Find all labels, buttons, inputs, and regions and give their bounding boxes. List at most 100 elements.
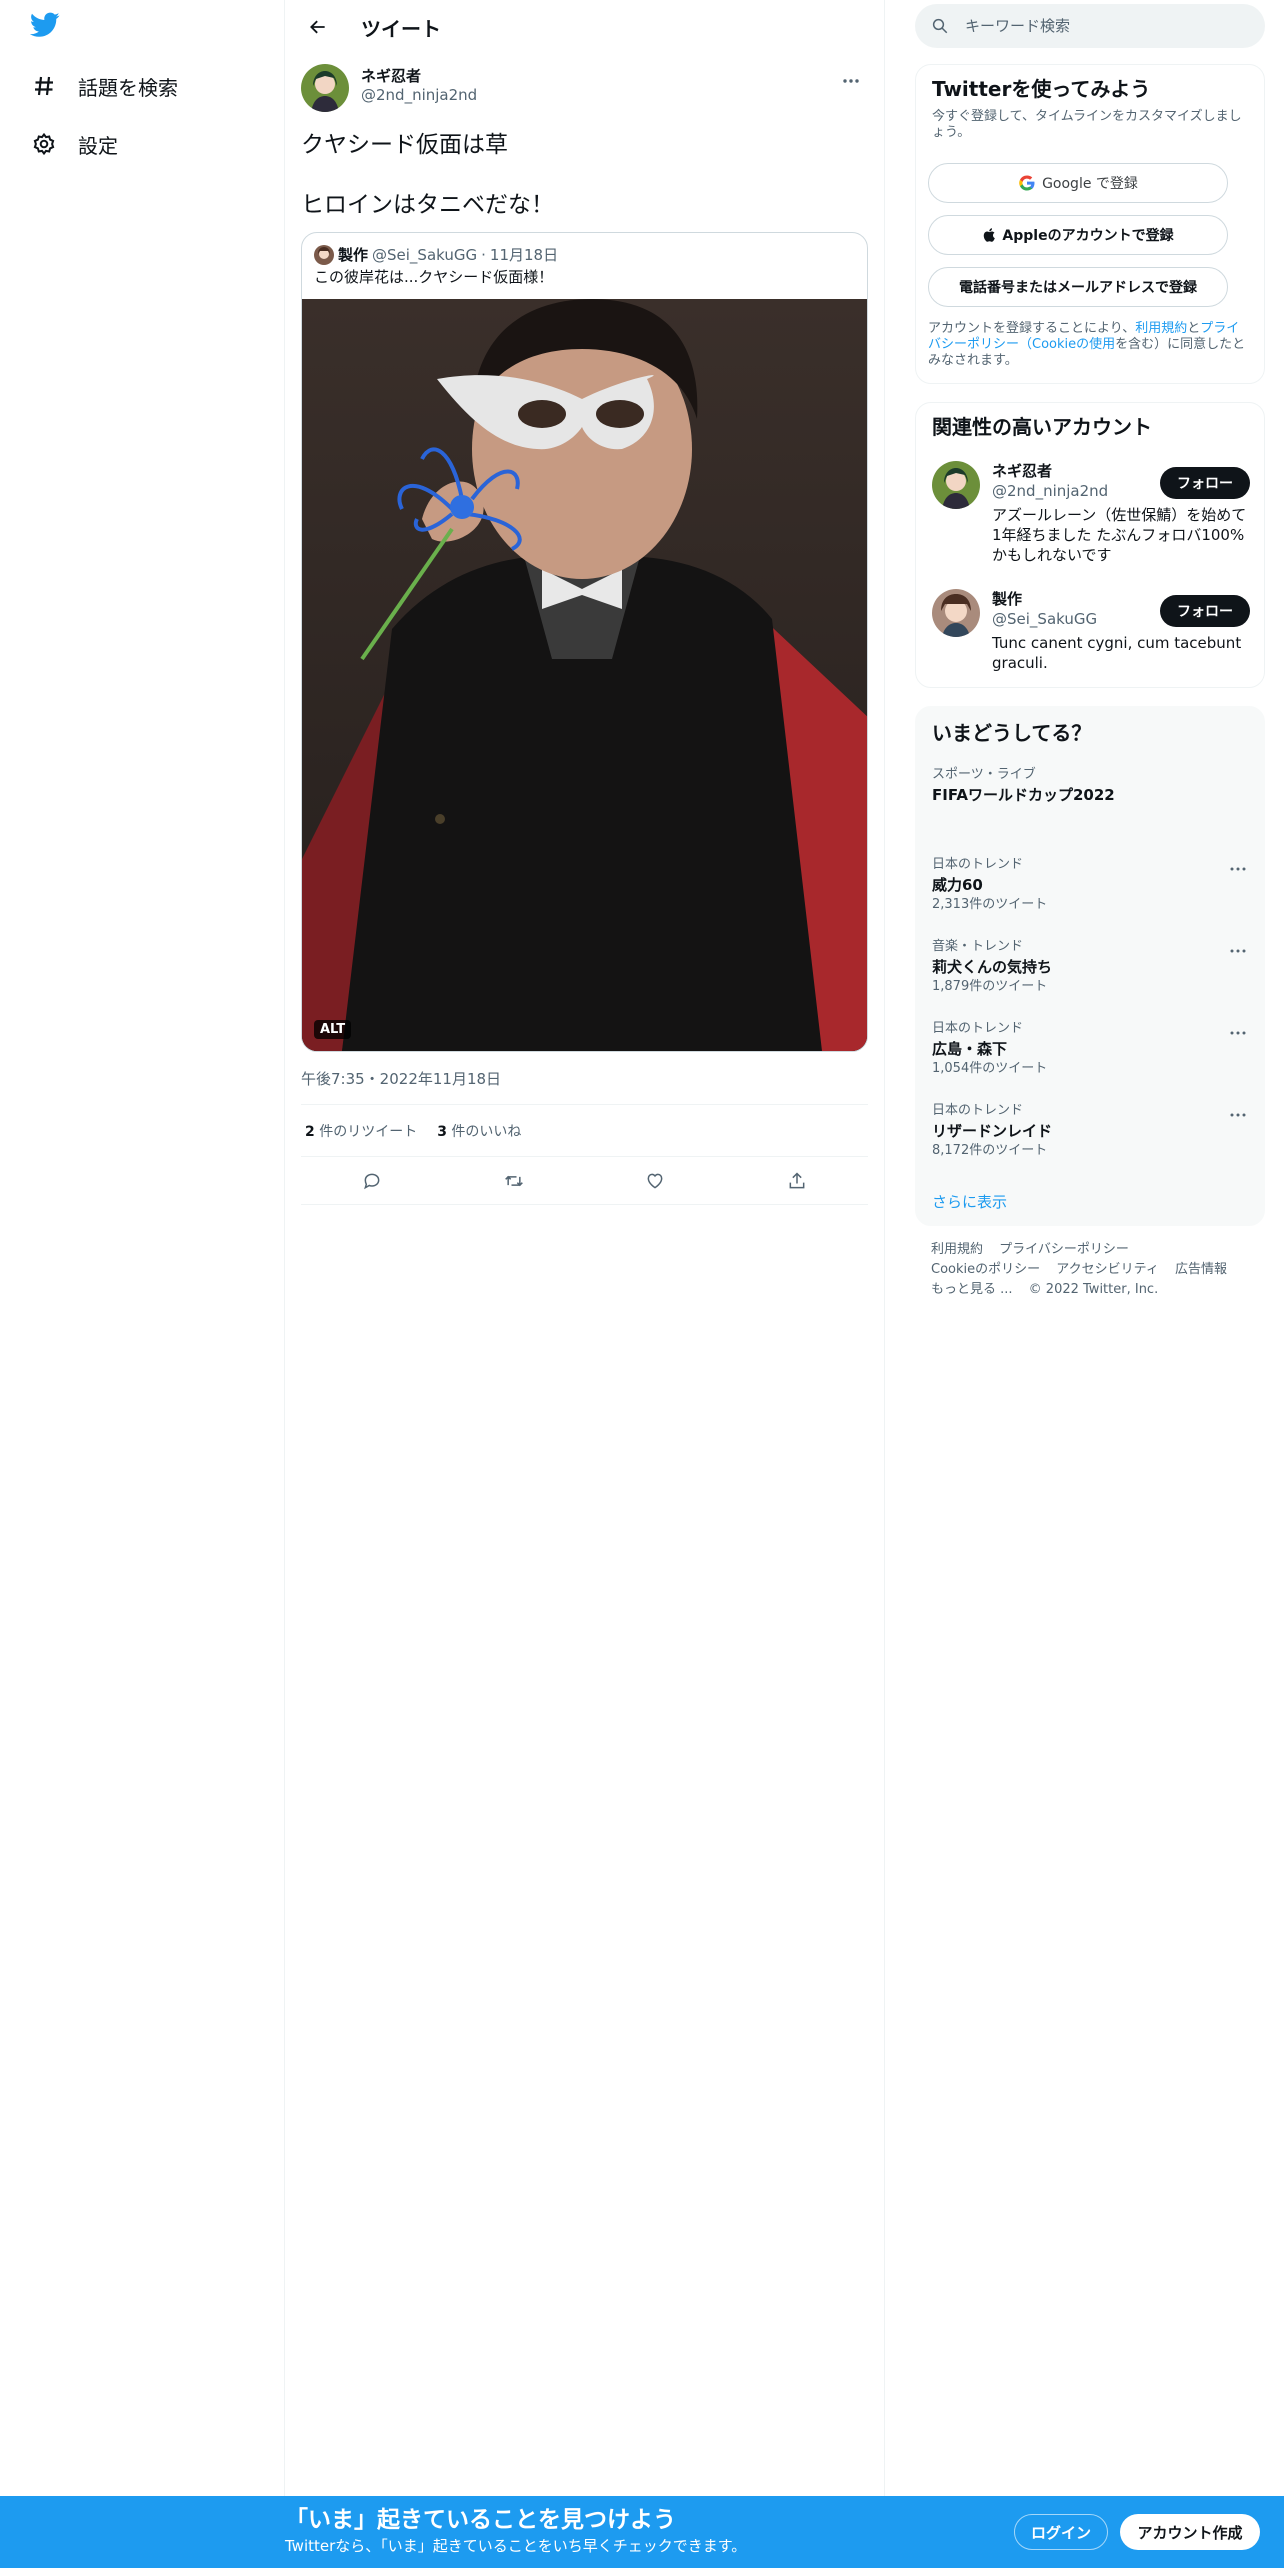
trends-title: いまどうしてる？ <box>932 721 1092 745</box>
author-name[interactable]: ネギ忍者 <box>361 67 477 86</box>
follow-button[interactable]: フォロー <box>1160 467 1250 499</box>
search-icon <box>932 18 948 34</box>
trend-more-button[interactable] <box>1226 939 1250 963</box>
bottom-signup-banner: 「いま」起きていることを見つけよう Twitterなら、「いま」起きていることを… <box>0 2496 1284 2568</box>
reply-icon <box>363 1173 380 1189</box>
quote-header: 製作 @Sei_SakuGG · 11月18日 <box>302 233 867 265</box>
trend-item[interactable]: 日本のトレンド 威力60 2,313件のツイート <box>932 857 1250 913</box>
related-account[interactable]: 製作 @Sei_SakuGG Tunc canent cygni, cum ta… <box>932 589 1250 679</box>
trend-category: 日本のトレンド <box>932 1103 1024 1118</box>
share-icon <box>789 1171 805 1188</box>
related-bio: アズールレーン（佐世保鯖）を始めて1年経ちました たぶんフォロバ100%かもしれ… <box>992 506 1247 564</box>
author-avatar[interactable] <box>301 64 349 112</box>
left-nav: 話題を検索 設定 <box>0 0 285 2568</box>
footer-more-link[interactable]: もっと見る ... <box>931 1282 1013 1297</box>
trend-more-button[interactable] <box>1226 857 1250 881</box>
nav-explore-label: 話題を検索 <box>78 75 178 100</box>
trend-more-button[interactable] <box>1226 1103 1250 1127</box>
likes-stat[interactable]: 3 件のいいね <box>437 1121 521 1141</box>
trend-name: 威力60 <box>932 876 983 894</box>
more-dots-icon <box>1230 949 1246 953</box>
related-handle[interactable]: @Sei_SakuGG <box>992 609 1097 629</box>
trend-item[interactable]: 日本のトレンド 広島・森下 1,054件のツイート <box>932 1021 1250 1077</box>
trend-item[interactable]: スポーツ・ライブ FIFAワールドカップ2022 <box>932 767 1250 805</box>
tweet-timestamp[interactable]: 午後7:35・2022年11月18日 <box>301 1068 868 1088</box>
apple-icon <box>984 228 996 242</box>
heart-icon <box>647 1173 663 1189</box>
trend-name: リザードンレイド <box>932 1122 1053 1140</box>
tweet-author-row: ネギ忍者 @2nd_ninja2nd <box>301 64 868 114</box>
like-button[interactable] <box>637 1163 673 1199</box>
google-signup-button[interactable]: Google で登録 <box>928 163 1228 203</box>
legal-text-part: アカウントを登録することにより、 <box>928 321 1136 336</box>
nav-settings[interactable]: 設定 <box>30 124 118 164</box>
banner-subtitle: Twitterなら、「いま」起きていることをいち早くチェックできます。 <box>285 2537 747 2555</box>
reply-button[interactable] <box>354 1163 390 1199</box>
related-name[interactable]: ネギ忍者 <box>992 461 1052 481</box>
signup-title: Twitterを使ってみよう <box>932 77 1151 101</box>
related-account[interactable]: ネギ忍者 @2nd_ninja2nd アズールレーン（佐世保鯖）を始めて1年経ち… <box>932 461 1250 571</box>
footer-terms-link[interactable]: 利用規約 <box>931 1242 983 1257</box>
related-name[interactable]: 製作 <box>992 589 1022 609</box>
related-handle[interactable]: @2nd_ninja2nd <box>992 481 1108 501</box>
signup-card: Twitterを使ってみよう 今すぐ登録して、タイムラインをカスタマイズしましょ… <box>915 64 1265 384</box>
related-avatar[interactable] <box>932 461 980 509</box>
retweets-stat[interactable]: 2 件のリツイート <box>305 1121 417 1141</box>
masked-man-photo <box>302 299 867 1051</box>
trend-item[interactable]: 日本のトレンド リザードンレイド 8,172件のツイート <box>932 1103 1250 1159</box>
retweet-button[interactable] <box>496 1163 532 1199</box>
main-column: ツイート ネギ忍者 @2nd_ninja2nd クヤシード仮面は草 ヒロインはタ… <box>285 0 885 2568</box>
show-more-trends-link[interactable]: さらに表示 <box>932 1191 1007 1212</box>
phone-email-signup-label: 電話番号またはメールアドレスで登録 <box>959 280 1197 296</box>
terms-link[interactable]: 利用規約 <box>1135 321 1187 336</box>
tweet-stats: 2 件のリツイート 3 件のいいね <box>301 1105 868 1157</box>
trend-item[interactable]: 音楽・トレンド 莉犬くんの気持ち 1,879件のツイート <box>932 939 1250 995</box>
more-dots-icon <box>843 79 859 83</box>
app: 話題を検索 設定 ツイート ネギ忍者 @2nd_ninja2nd クヤシード仮面… <box>0 0 1284 2568</box>
page-title: ツイート <box>361 16 441 41</box>
more-dots-icon <box>1230 1113 1246 1117</box>
google-signup-label: Google で登録 <box>1042 176 1138 192</box>
search-box[interactable] <box>915 4 1265 48</box>
login-button[interactable]: ログイン <box>1014 2514 1108 2550</box>
quoted-tweet[interactable]: 製作 @Sei_SakuGG · 11月18日 この彼岸花は...クヤシード仮面… <box>301 232 868 1052</box>
likes-count: 3 <box>437 1123 447 1140</box>
retweets-label: 件のリツイート <box>319 1123 418 1140</box>
related-bio: Tunc canent cygni, cum tacebunt graculi. <box>992 634 1242 672</box>
footer-ads-link[interactable]: 広告情報 <box>1175 1262 1227 1277</box>
tweet: ネギ忍者 @2nd_ninja2nd クヤシード仮面は草 ヒロインはタニベだな！… <box>285 64 884 1205</box>
twitter-logo-icon[interactable] <box>29 12 66 48</box>
tweet-text: クヤシード仮面は草 ヒロインはタニベだな！ <box>301 130 868 220</box>
follow-button[interactable]: フォロー <box>1160 595 1250 627</box>
footer-accessibility-link[interactable]: アクセシビリティ <box>1056 1262 1159 1277</box>
quote-photo[interactable]: ALT <box>302 299 867 1051</box>
alt-badge[interactable]: ALT <box>314 1020 352 1039</box>
phone-email-signup-button[interactable]: 電話番号またはメールアドレスで登録 <box>928 267 1228 307</box>
trend-category: スポーツ・ライブ <box>932 767 1036 782</box>
footer-privacy-link[interactable]: プライバシーポリシー <box>999 1242 1129 1257</box>
share-button[interactable] <box>779 1163 815 1199</box>
create-account-button[interactable]: アカウント作成 <box>1120 2514 1260 2550</box>
retweet-icon <box>504 1175 523 1186</box>
trend-category: 音楽・トレンド <box>932 939 1024 954</box>
search-input[interactable] <box>965 17 1235 35</box>
footer-links: 利用規約 プライバシーポリシー Cookieのポリシー アクセシビリティ 広告情… <box>931 1240 1251 1300</box>
likes-label: 件のいいね <box>451 1123 522 1140</box>
tweet-actions <box>301 1157 868 1205</box>
nav-settings-label: 設定 <box>78 133 118 158</box>
related-avatar[interactable] <box>932 589 980 637</box>
hashtag-icon <box>30 72 58 100</box>
arrow-left-icon <box>310 20 325 34</box>
trend-name: 広島・森下 <box>932 1040 1008 1058</box>
footer-cookie-link[interactable]: Cookieのポリシー <box>931 1262 1040 1277</box>
trend-category: 日本のトレンド <box>932 1021 1024 1036</box>
tweet-more-button[interactable] <box>834 64 868 98</box>
author-handle[interactable]: @2nd_ninja2nd <box>361 86 477 105</box>
signup-legal-text: アカウントを登録することにより、利用規約とプライバシーポリシー（Cookieの使… <box>928 321 1248 369</box>
trend-count: 1,054件のツイート <box>932 1061 1048 1076</box>
trend-more-button[interactable] <box>1226 1021 1250 1045</box>
apple-signup-button[interactable]: Appleのアカウントで登録 <box>928 215 1228 255</box>
nav-explore[interactable]: 話題を検索 <box>30 66 178 106</box>
more-dots-icon <box>1230 867 1246 871</box>
back-button[interactable] <box>301 10 335 44</box>
